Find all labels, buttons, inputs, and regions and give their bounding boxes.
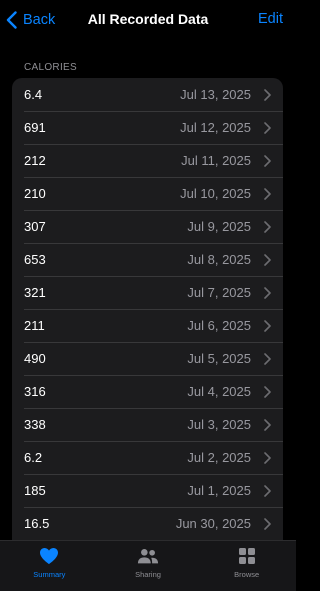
heart-icon [38,546,60,566]
row-value: 16.5 [24,516,50,531]
edit-button[interactable]: Edit [258,11,283,27]
navigation-bar: Back All Recorded Data Edit [0,0,296,40]
tab-bar: Summary Sharing Browse [0,540,296,591]
row-value: 211 [24,318,45,333]
list-item[interactable]: 211 Jul 6, 2025 [12,309,283,342]
section-header: CALORIES [24,62,77,73]
list-item[interactable]: 6.2 Jul 2, 2025 [12,441,283,474]
chevron-right-icon [264,187,271,200]
tab-browse[interactable]: Browse [197,541,296,591]
row-value: 316 [24,384,46,399]
recorded-data-list: 6.4 Jul 13, 2025 691 Jul 12, 2025 212 Ju… [12,78,283,548]
row-date: Jul 8, 2025 [187,252,251,267]
row-value: 691 [24,120,46,135]
row-value: 653 [24,252,46,267]
row-date: Jul 11, 2025 [181,153,251,168]
chevron-right-icon [264,385,271,398]
row-value: 338 [24,417,46,432]
chevron-right-icon [264,319,271,332]
row-date: Jul 6, 2025 [187,318,251,333]
people-icon [137,546,159,566]
chevron-right-icon [264,286,271,299]
list-item[interactable]: 691 Jul 12, 2025 [12,111,283,144]
row-date: Jul 12, 2025 [180,120,251,135]
row-value: 210 [24,186,46,201]
row-date: Jul 10, 2025 [180,186,251,201]
row-date: Jul 1, 2025 [187,483,251,498]
chevron-right-icon [264,352,271,365]
row-date: Jul 13, 2025 [180,87,251,102]
row-date: Jul 5, 2025 [187,351,251,366]
list-item[interactable]: 210 Jul 10, 2025 [12,177,283,210]
chevron-right-icon [264,418,271,431]
chevron-right-icon [264,88,271,101]
row-value: 185 [24,483,46,498]
row-date: Jul 4, 2025 [187,384,251,399]
page-title: All Recorded Data [87,11,209,27]
row-value: 321 [24,285,46,300]
chevron-right-icon [264,154,271,167]
row-value: 6.4 [24,87,43,102]
list-item[interactable]: 338 Jul 3, 2025 [12,408,283,441]
row-value: 6.2 [24,450,43,465]
chevron-right-icon [264,517,271,530]
list-item[interactable]: 653 Jul 8, 2025 [12,243,283,276]
tab-label: Browse [234,570,260,579]
list-item[interactable]: 316 Jul 4, 2025 [12,375,283,408]
tab-summary[interactable]: Summary [0,541,99,591]
list-item[interactable]: 307 Jul 9, 2025 [12,210,283,243]
tab-sharing[interactable]: Sharing [99,541,198,591]
chevron-right-icon [264,451,271,464]
row-date: Jul 7, 2025 [187,285,251,300]
grid-icon [236,546,258,566]
list-item[interactable]: 16.5 Jun 30, 2025 [12,507,283,540]
row-value: 212 [24,153,46,168]
list-item[interactable]: 6.4 Jul 13, 2025 [12,78,283,111]
row-value: 490 [24,351,46,366]
chevron-right-icon [264,484,271,497]
row-date: Jun 30, 2025 [175,516,251,531]
chevron-right-icon [264,121,271,134]
row-date: Jul 2, 2025 [187,450,251,465]
chevron-right-icon [264,253,271,266]
row-value: 307 [24,219,46,234]
tab-label: Summary [33,570,66,579]
list-item[interactable]: 212 Jul 11, 2025 [12,144,283,177]
row-date: Jul 3, 2025 [187,417,251,432]
chevron-right-icon [264,220,271,233]
tab-label: Sharing [135,570,161,579]
list-item[interactable]: 490 Jul 5, 2025 [12,342,283,375]
row-date: Jul 9, 2025 [187,219,251,234]
list-item[interactable]: 321 Jul 7, 2025 [12,276,283,309]
screen: Back All Recorded Data Edit CALORIES 6.4… [0,0,296,591]
list-item[interactable]: 185 Jul 1, 2025 [12,474,283,507]
